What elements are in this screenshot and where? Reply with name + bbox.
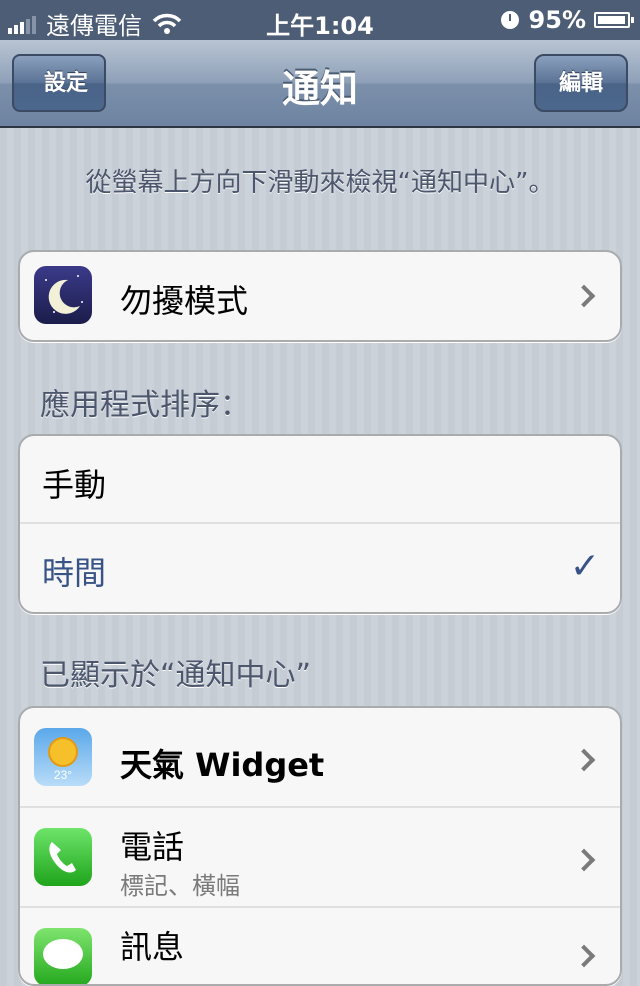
alarm-clock-icon <box>500 11 519 29</box>
sort-options-group: 手動 時間 ✓ <box>18 434 622 614</box>
do-not-disturb-cell[interactable]: 勿擾模式 <box>20 252 620 340</box>
battery-percentage: 95% <box>528 6 586 34</box>
app-alert-style: 標記、橫幅 <box>120 872 240 900</box>
weather-icon: 23° <box>34 728 92 786</box>
battery-icon <box>594 12 634 28</box>
shown-in-notification-center-header: 已顯示於“通知中心” <box>40 658 312 693</box>
notification-center-apps-group: 23° 天氣 Widget 電話 標記、橫幅 訊息 <box>18 706 622 986</box>
notification-center-hint: 從螢幕上方向下滑動來檢視“通知中心”。 <box>85 168 555 198</box>
phone-icon <box>34 828 92 886</box>
sort-option-label: 手動 <box>42 466 107 504</box>
app-name: 訊息 <box>120 928 185 966</box>
weather-icon-temp: 23° <box>54 768 72 782</box>
sort-option-manual[interactable]: 手動 <box>20 436 620 524</box>
status-bar: 遠傳電信 上午1:04 95% <box>0 0 640 40</box>
navigation-bar: 設定 通知 編輯 <box>0 40 640 128</box>
app-row-messages[interactable]: 訊息 <box>20 908 620 984</box>
moon-icon <box>34 266 92 324</box>
chevron-right-icon <box>572 284 596 308</box>
chevron-right-icon <box>572 748 596 772</box>
edit-button[interactable]: 編輯 <box>534 54 628 112</box>
checkmark-icon: ✓ <box>569 546 600 587</box>
app-row-phone[interactable]: 電話 標記、橫幅 <box>20 808 620 908</box>
app-name: 電話 <box>120 828 185 866</box>
messages-icon <box>34 928 92 984</box>
sort-section-header: 應用程式排序： <box>40 388 250 423</box>
chevron-right-icon <box>572 848 596 872</box>
sort-option-label: 時間 <box>42 554 107 592</box>
app-name: 天氣 Widget <box>120 746 325 784</box>
do-not-disturb-label: 勿擾模式 <box>120 282 249 320</box>
do-not-disturb-group: 勿擾模式 <box>18 250 622 342</box>
chevron-right-icon <box>572 944 596 968</box>
sort-option-time[interactable]: 時間 ✓ <box>20 524 620 612</box>
app-row-weather[interactable]: 23° 天氣 Widget <box>20 708 620 808</box>
